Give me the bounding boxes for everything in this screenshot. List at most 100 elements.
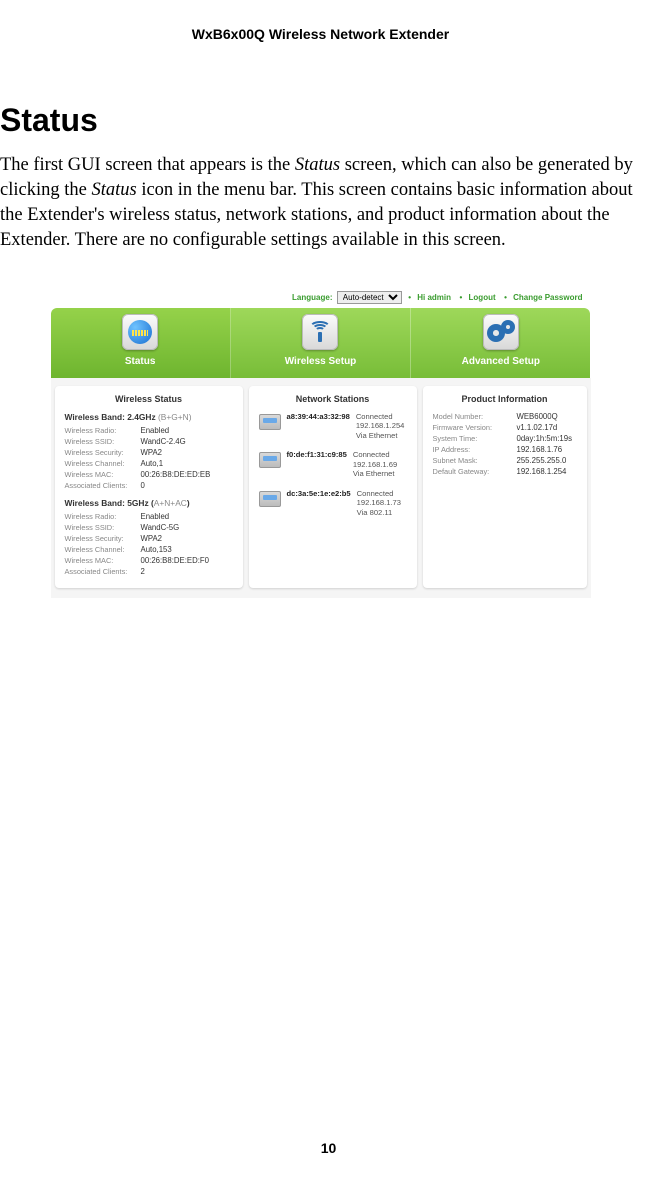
station-row: a8:39:44:a3:32:98 Connected192.168.1.254V…: [259, 412, 407, 440]
nav-advanced-setup[interactable]: Advanced Setup: [411, 308, 590, 378]
band5-close: ): [187, 498, 190, 508]
kv-key: IP Address:: [433, 445, 517, 454]
device-icon: [259, 452, 281, 468]
kv-row: Wireless Security:WPA2: [65, 448, 233, 457]
para-em1: Status: [295, 155, 340, 175]
gears-icon: [483, 314, 519, 350]
bullet-icon: •: [408, 293, 411, 302]
status-screenshot: Language: Auto-detect • Hi admin • Logou…: [51, 289, 591, 598]
panels-row: Wireless Status Wireless Band: 2.4GHz (B…: [51, 378, 591, 598]
kv-value: WPA2: [141, 534, 163, 543]
kv-value: WandC-5G: [141, 523, 180, 532]
kv-row: Subnet Mask:255.255.255.0: [433, 456, 577, 465]
kv-row: Model Number:WEB6000Q: [433, 412, 577, 421]
wireless-status-panel: Wireless Status Wireless Band: 2.4GHz (B…: [55, 386, 243, 588]
stations-list: a8:39:44:a3:32:98 Connected192.168.1.254V…: [259, 412, 407, 517]
kv-row: Wireless SSID:WandC-5G: [65, 523, 233, 532]
kv-key: Associated Clients:: [65, 567, 141, 576]
station-info: Connected192.168.1.254Via Ethernet: [356, 412, 405, 440]
kv-value: 192.168.1.76: [517, 445, 563, 454]
kv-row: Wireless Radio:Enabled: [65, 512, 233, 521]
kv-key: Wireless Radio:: [65, 426, 141, 435]
nav-advanced-label: Advanced Setup: [462, 356, 540, 367]
nav-status[interactable]: Status: [51, 308, 231, 378]
station-mac: f0:de:f1:31:c9:85: [287, 450, 347, 459]
kv-key: Subnet Mask:: [433, 456, 517, 465]
band5-rows: Wireless Radio:EnabledWireless SSID:Wand…: [65, 512, 233, 576]
product-info-panel: Product Information Model Number:WEB6000…: [423, 386, 587, 588]
kv-row: Wireless Channel:Auto,153: [65, 545, 233, 554]
kv-key: System Time:: [433, 434, 517, 443]
band5-strong: Wireless Band: 5GHz (: [65, 498, 154, 508]
wireless-status-title: Wireless Status: [65, 394, 233, 404]
hi-admin-text: Hi admin: [417, 293, 451, 302]
bullet-icon: •: [459, 293, 462, 302]
nav-wireless-setup[interactable]: Wireless Setup: [231, 308, 411, 378]
kv-row: Wireless SSID:WandC-2.4G: [65, 437, 233, 446]
kv-row: IP Address:192.168.1.76: [433, 445, 577, 454]
device-icon: [259, 491, 281, 507]
status-description: The first GUI screen that appears is the…: [0, 153, 641, 253]
kv-key: Wireless SSID:: [65, 523, 141, 532]
kv-value: 2: [141, 567, 145, 576]
nav-status-label: Status: [125, 356, 156, 367]
kv-row: Default Gateway:192.168.1.254: [433, 467, 577, 476]
kv-key: Associated Clients:: [65, 481, 141, 490]
band24-strong: Wireless Band: 2.4GHz: [65, 412, 156, 422]
language-label: Language:: [292, 293, 332, 302]
top-bar: Language: Auto-detect • Hi admin • Logou…: [51, 289, 591, 308]
station-row: dc:3a:5e:1e:e2:b5Connected192.168.1.73Vi…: [259, 489, 407, 517]
kv-key: Wireless MAC:: [65, 556, 141, 565]
logout-link[interactable]: Logout: [469, 293, 496, 302]
kv-key: Wireless SSID:: [65, 437, 141, 446]
kv-row: Wireless MAC:00:26:B8:DE:ED:F0: [65, 556, 233, 565]
kv-key: Wireless Security:: [65, 448, 141, 457]
para-em2: Status: [91, 180, 136, 200]
kv-value: 255.255.255.0: [517, 456, 567, 465]
kv-row: Associated Clients:2: [65, 567, 233, 576]
device-icon: [259, 414, 281, 430]
kv-row: Wireless Channel:Auto,1: [65, 459, 233, 468]
kv-key: Firmware Version:: [433, 423, 517, 432]
station-row: f0:de:f1:31:c9:85 Connected192.168.1.69Vi…: [259, 450, 407, 478]
kv-value: WPA2: [141, 448, 163, 457]
kv-row: System Time:0day:1h:5m:19s: [433, 434, 577, 443]
kv-row: Wireless Security:WPA2: [65, 534, 233, 543]
kv-key: Wireless MAC:: [65, 470, 141, 479]
kv-value: 192.168.1.254: [517, 467, 567, 476]
kv-value: Auto,153: [141, 545, 172, 554]
band24-rows: Wireless Radio:Enabled Wireless SSID:Wand…: [65, 426, 233, 490]
kv-value: Auto,1: [141, 459, 164, 468]
kv-row: Firmware Version:v1.1.02.17d: [433, 423, 577, 432]
kv-value: Enabled: [141, 426, 170, 435]
para-pre: The first GUI screen that appears is the: [0, 155, 295, 175]
kv-value: 00:26:B8:DE:ED:F0: [141, 556, 209, 565]
status-icon: [122, 314, 158, 350]
band5-mode: A+N+AC: [154, 498, 187, 508]
station-info: Connected192.168.1.69Via Ethernet: [353, 450, 397, 478]
station-mac: a8:39:44:a3:32:98: [287, 412, 350, 421]
network-stations-panel: Network Stations a8:39:44:a3:32:98 Connec…: [249, 386, 417, 588]
bullet-icon: •: [504, 293, 507, 302]
kv-key: Wireless Channel:: [65, 459, 141, 468]
kv-key: Wireless Channel:: [65, 545, 141, 554]
kv-row: Wireless MAC:00:26:B8:DE:ED:EB: [65, 470, 233, 479]
kv-key: Wireless Radio:: [65, 512, 141, 521]
kv-value: v1.1.02.17d: [517, 423, 558, 432]
kv-value: Enabled: [141, 512, 170, 521]
kv-key: Model Number:: [433, 412, 517, 421]
band-24-heading: Wireless Band: 2.4GHz (B+G+N): [65, 412, 233, 422]
network-stations-title: Network Stations: [259, 394, 407, 404]
band-5-heading: Wireless Band: 5GHz (A+N+AC): [65, 498, 233, 508]
kv-value: 00:26:B8:DE:ED:EB: [141, 470, 211, 479]
kv-key: Default Gateway:: [433, 467, 517, 476]
kv-value: WEB6000Q: [517, 412, 558, 421]
kv-key: Wireless Security:: [65, 534, 141, 543]
kv-value: 0: [141, 481, 145, 490]
language-select[interactable]: Auto-detect: [337, 291, 402, 304]
product-info-title: Product Information: [433, 394, 577, 404]
kv-value: 0day:1h:5m:19s: [517, 434, 572, 443]
band24-mode: (B+G+N): [158, 412, 192, 422]
change-password-link[interactable]: Change Password: [513, 293, 582, 302]
page-number: 10: [0, 1140, 657, 1156]
